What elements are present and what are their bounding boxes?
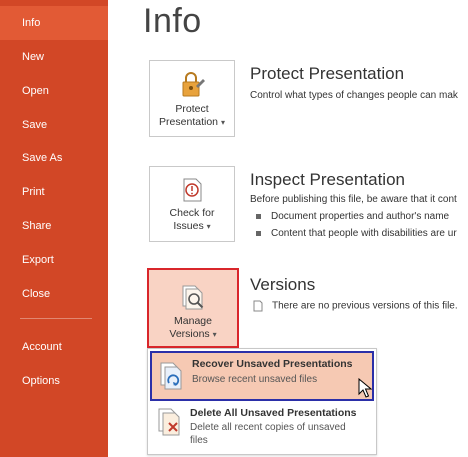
check-tile-label-1: Check for <box>169 207 215 219</box>
check-tile-label-2: Issues <box>173 220 204 232</box>
document-icon <box>253 300 263 312</box>
sidebar-item-print[interactable]: Print <box>0 175 108 209</box>
mouse-cursor-icon <box>358 378 372 398</box>
versions-desc-text: There are no previous versions of this f… <box>272 300 458 312</box>
sidebar-item-close[interactable]: Close <box>0 277 108 311</box>
sidebar-item-save[interactable]: Save <box>0 108 108 142</box>
inspect-section-title: Inspect Presentation <box>250 170 405 189</box>
manage-tile-label-1: Manage <box>174 315 212 327</box>
backstage-sidebar: Info New Open Save Save As Print Share E… <box>0 0 108 457</box>
inspect-document-icon <box>183 178 202 202</box>
lock-icon <box>182 72 205 97</box>
check-for-issues-button[interactable]: Check for Issues ▾ <box>149 166 235 242</box>
sidebar-item-open[interactable]: Open <box>0 74 108 108</box>
sidebar-item-account[interactable]: Account <box>0 330 108 364</box>
manage-versions-dropdown: Recover Unsaved Presentations Browse rec… <box>147 348 377 455</box>
sidebar-item-export[interactable]: Export <box>0 243 108 277</box>
sidebar-item-new[interactable]: New <box>0 40 108 74</box>
bullet-icon <box>256 230 261 236</box>
recover-unsaved-presentations-item[interactable]: Recover Unsaved Presentations Browse rec… <box>150 351 374 401</box>
delete-item-desc: Delete all recent copies of unsaved file… <box>190 422 346 446</box>
manage-tile-label-2: Versions <box>169 328 210 340</box>
recover-item-desc: Browse recent unsaved files <box>192 374 318 385</box>
inspect-bullet: Document properties and author's name <box>256 211 449 222</box>
protect-section-title: Protect Presentation <box>250 64 405 83</box>
inspect-bullet-text: Content that people with disabilities ar… <box>271 228 457 239</box>
versions-section-desc: There are no previous versions of this f… <box>252 300 458 312</box>
inspect-bullet-text: Document properties and author's name <box>271 211 450 222</box>
sidebar-item-share[interactable]: Share <box>0 209 108 243</box>
inspect-section-desc: Before publishing this file, be aware th… <box>250 194 457 205</box>
protect-tile-label-2: Presentation <box>159 116 219 128</box>
chevron-down-icon: ▾ <box>206 222 211 231</box>
chevron-down-icon: ▾ <box>220 118 225 127</box>
manage-versions-button[interactable]: Manage Versions ▾ <box>147 268 239 348</box>
page-title: Info <box>143 2 202 40</box>
inspect-bullet: Content that people with disabilities ar… <box>256 228 457 239</box>
delete-all-unsaved-presentations-item[interactable]: Delete All Unsaved Presentations Delete … <box>150 403 374 453</box>
recover-icon <box>160 362 182 390</box>
sidebar-item-options[interactable]: Options <box>0 364 108 398</box>
sidebar-item-save-as[interactable]: Save As <box>0 141 108 175</box>
versions-section-title: Versions <box>250 275 316 294</box>
sidebar-item-info[interactable]: Info <box>0 6 108 40</box>
delete-files-icon <box>158 408 180 436</box>
delete-item-title: Delete All Unsaved Presentations <box>190 407 357 419</box>
chevron-down-icon: ▾ <box>212 330 217 339</box>
manage-versions-icon <box>182 285 204 310</box>
protect-presentation-button[interactable]: Protect Presentation ▾ <box>149 60 235 137</box>
protect-section-desc: Control what types of changes people can… <box>250 90 458 101</box>
bullet-icon <box>256 213 261 219</box>
recover-item-title: Recover Unsaved Presentations <box>192 358 353 370</box>
sidebar-divider <box>20 318 92 319</box>
protect-tile-label-1: Protect <box>175 103 209 115</box>
